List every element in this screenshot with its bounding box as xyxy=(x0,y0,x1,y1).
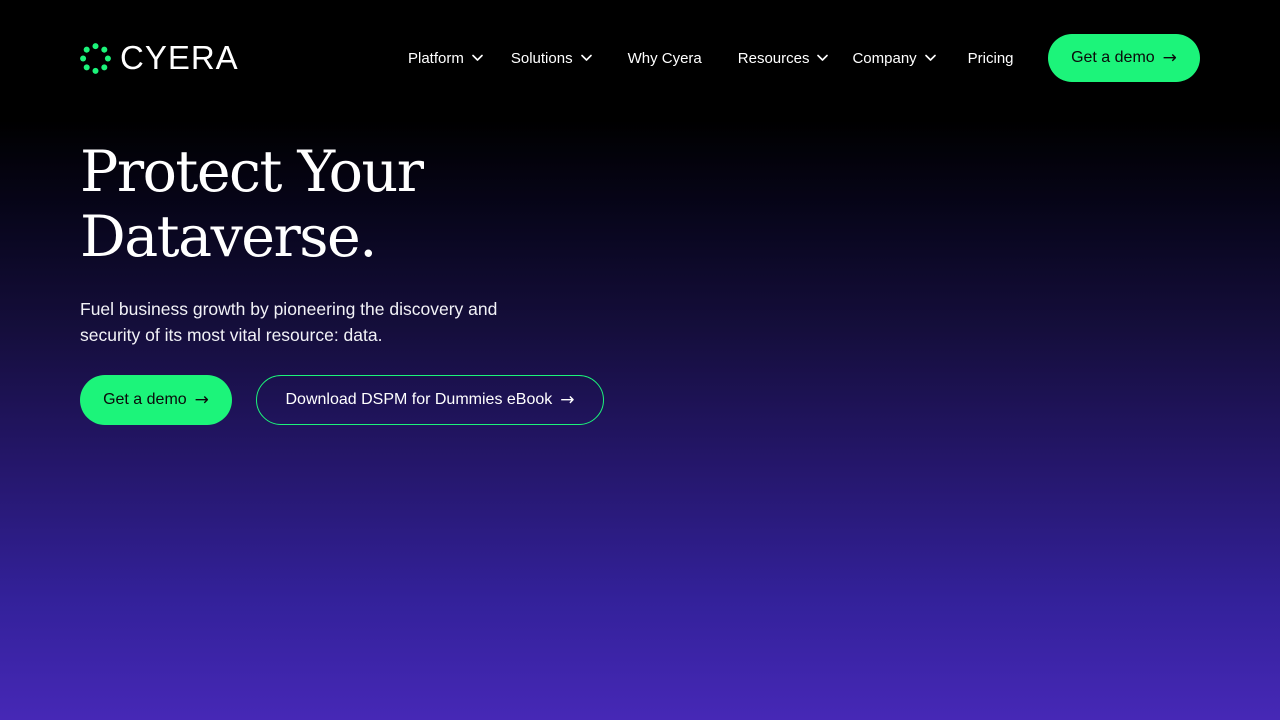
hero-cta-group: Get a demo → Download DSPM for Dummies e… xyxy=(80,375,604,425)
hero-title-line-2: Dataverse. xyxy=(80,204,377,270)
chevron-down-icon xyxy=(472,54,483,61)
nav-item-label: Company xyxy=(852,49,917,67)
nav-item-pricing[interactable]: Pricing xyxy=(968,46,1014,70)
nav-item-solutions[interactable]: Solutions xyxy=(511,46,592,70)
hero-section: Protect Your Dataverse. Fuel business gr… xyxy=(80,140,680,348)
brand-name: CYERA xyxy=(120,39,239,76)
nav-item-platform[interactable]: Platform xyxy=(408,46,483,70)
nav-item-label: Why Cyera xyxy=(627,49,702,67)
nav-item-label: Pricing xyxy=(967,49,1014,67)
download-ebook-button[interactable]: Download DSPM for Dummies eBook → xyxy=(256,375,604,425)
chevron-down-icon xyxy=(817,54,829,61)
nav-item-label: Resources xyxy=(737,49,810,67)
button-label: Download DSPM for Dummies eBook xyxy=(285,391,553,408)
hero-subtitle: Fuel business growth by pioneering the d… xyxy=(80,299,498,345)
header-get-demo-button[interactable]: Get a demo → xyxy=(1048,34,1200,82)
nav-item-resources[interactable]: Resources xyxy=(738,46,829,70)
cyera-logo[interactable]: CYERA xyxy=(80,41,239,75)
nav-item-label: Platform xyxy=(408,49,464,67)
get-demo-button[interactable]: Get a demo → xyxy=(80,375,232,425)
hero-title: Protect Your Dataverse. xyxy=(80,140,680,270)
arrow-right-icon: → xyxy=(194,389,209,410)
nav-item-company[interactable]: Company xyxy=(852,46,936,70)
chevron-down-icon xyxy=(580,54,592,61)
cyera-ring-logo-icon xyxy=(80,42,111,74)
arrow-right-icon: → xyxy=(1162,47,1177,68)
chevron-down-icon xyxy=(924,54,936,61)
button-label: Get a demo xyxy=(103,391,187,408)
hero-title-line-1: Protect Your xyxy=(80,139,424,205)
button-label: Get a demo xyxy=(1071,49,1155,66)
main-nav: Platform Solutions Why Cyera Resources C… xyxy=(408,46,1014,70)
nav-item-label: Solutions xyxy=(510,49,573,67)
site-header: CYERA Platform Solutions Why Cyera Resou… xyxy=(0,0,1280,116)
nav-item-why-cyera[interactable]: Why Cyera xyxy=(628,46,702,70)
arrow-right-icon: → xyxy=(560,389,575,410)
